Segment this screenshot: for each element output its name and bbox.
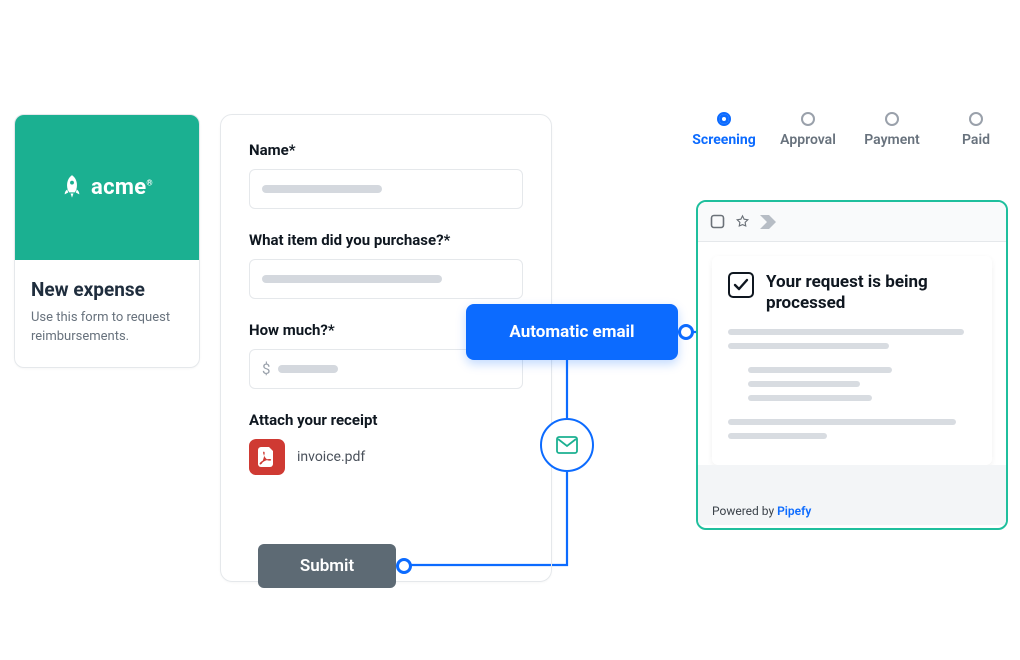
email-preview-card: Your request is being processed Powered … — [696, 200, 1008, 530]
check-icon — [728, 272, 754, 298]
item-label: What item did you purchase?* — [249, 231, 523, 249]
brand-strip: acme® — [15, 115, 199, 260]
name-label: Name* — [249, 141, 523, 159]
email-node-icon — [540, 418, 594, 472]
attachment-name: invoice.pdf — [297, 449, 365, 465]
rocket-icon — [61, 174, 83, 202]
process-stepper: Screening Approval Payment Paid — [682, 112, 1018, 148]
intro-description: Use this form to request reimbursements. — [31, 309, 183, 347]
step-screening[interactable]: Screening — [682, 112, 766, 148]
currency-symbol: $ — [262, 360, 270, 378]
item-input[interactable] — [249, 259, 523, 299]
step-approval[interactable]: Approval — [766, 112, 850, 148]
step-paid[interactable]: Paid — [934, 112, 1018, 148]
name-input[interactable] — [249, 169, 523, 209]
receipt-label: Attach your receipt — [249, 411, 523, 429]
powered-by: Powered by Pipefy — [712, 504, 811, 518]
intro-title: New expense — [31, 278, 183, 301]
submit-button[interactable]: Submit — [258, 544, 396, 588]
intro-card: acme® New expense Use this form to reque… — [14, 114, 200, 368]
email-message-card: Your request is being processed — [712, 256, 992, 465]
step-payment[interactable]: Payment — [850, 112, 934, 148]
square-icon — [710, 214, 725, 229]
email-message-text: Your request is being processed — [766, 272, 976, 315]
connector-node — [678, 324, 694, 340]
email-preview-header — [698, 202, 1006, 242]
automatic-email-pill: Automatic email — [466, 304, 678, 360]
connector-node — [396, 558, 412, 574]
chevron-right-icon — [760, 215, 776, 229]
star-icon — [735, 214, 750, 229]
brand-name: acme® — [91, 175, 153, 200]
receipt-attachment[interactable]: invoice.pdf — [249, 439, 523, 475]
pdf-icon — [249, 439, 285, 475]
